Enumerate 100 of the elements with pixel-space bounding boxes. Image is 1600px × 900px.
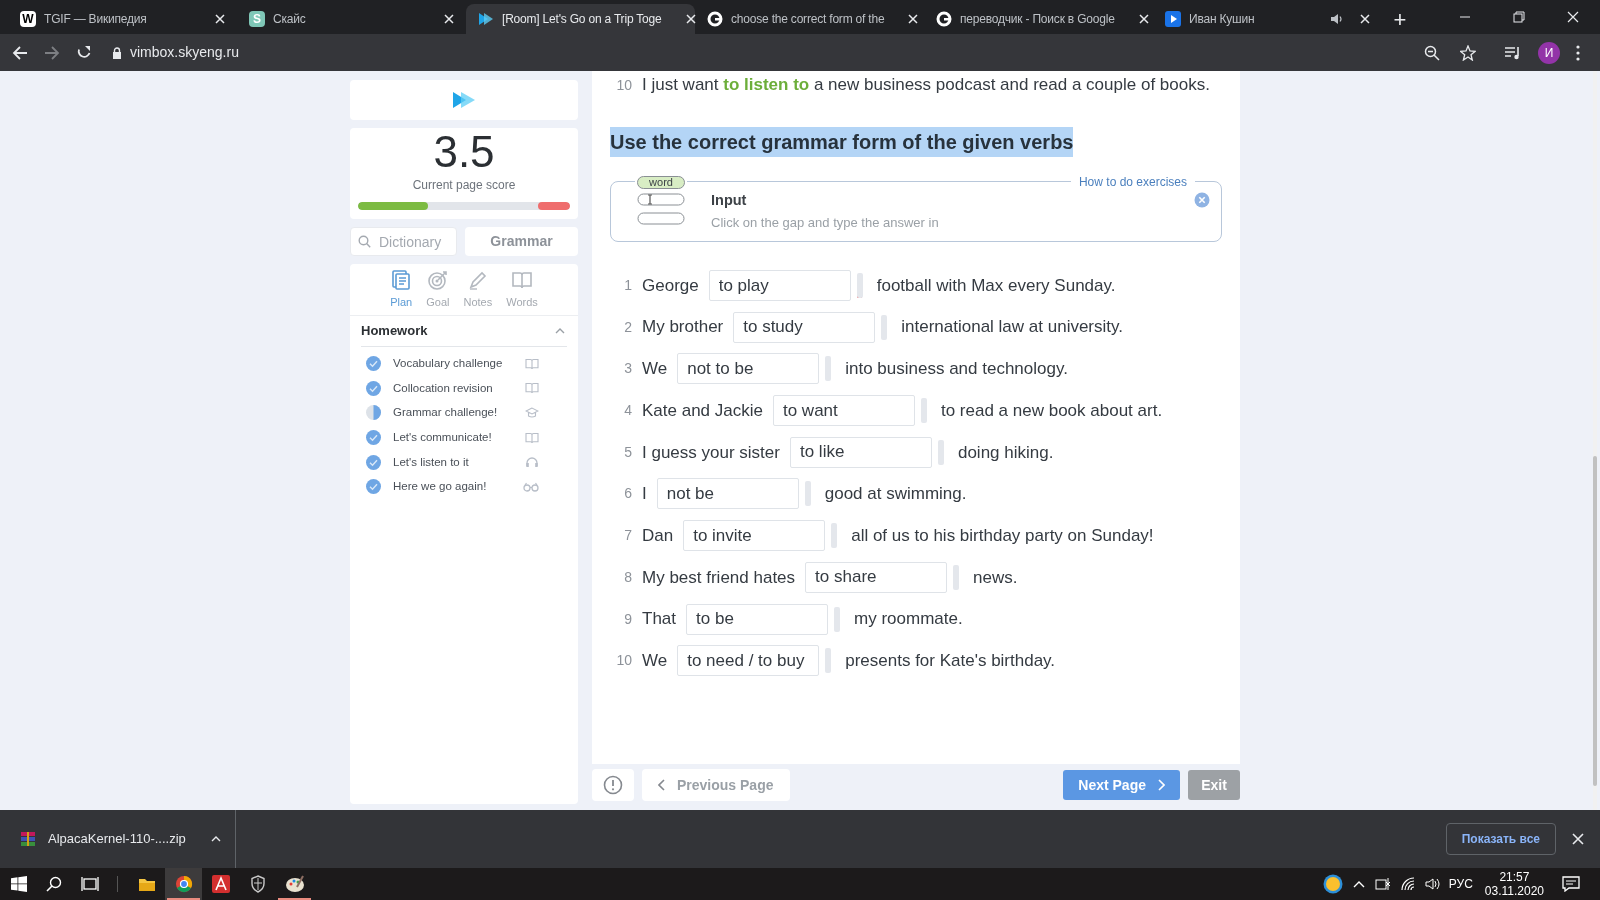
homework-item[interactable]: Grammar challenge! xyxy=(393,404,513,422)
notifications-icon[interactable] xyxy=(1562,876,1580,892)
sentence-text: We xyxy=(642,649,668,672)
chevron-up-icon[interactable] xyxy=(211,836,221,842)
wiki-favicon: W xyxy=(20,11,36,27)
lock-icon xyxy=(112,46,122,59)
book-icon xyxy=(511,269,533,291)
wifi-icon[interactable] xyxy=(1400,877,1417,891)
play-favicon xyxy=(478,12,494,26)
star-icon[interactable] xyxy=(1460,44,1476,61)
exercise-heading: Use the correct grammar form of the given verbs xyxy=(610,127,1074,157)
sentence-text: international law at university. xyxy=(901,316,1123,339)
instruction-text: Click on the gap and type the answer in xyxy=(711,214,939,233)
close-icon[interactable] xyxy=(444,14,454,24)
tab-title: Скайс xyxy=(273,11,306,28)
line-number: 10 xyxy=(615,651,632,671)
close-icon[interactable] xyxy=(215,14,225,24)
google-favicon xyxy=(707,11,723,27)
score-value: 3.5 xyxy=(433,128,495,176)
answer-field[interactable]: to invite xyxy=(683,520,826,552)
archive-icon xyxy=(20,831,36,847)
sentence-text: My brother xyxy=(642,316,724,339)
chrome-icon xyxy=(174,875,193,893)
profile-avatar[interactable]: И xyxy=(1538,41,1560,64)
media-control-icon[interactable] xyxy=(1504,45,1522,60)
homework-item[interactable]: Here we go again! xyxy=(393,478,511,496)
sentence-text: I guess your sister xyxy=(642,441,780,464)
scrollbar-drawing[interactable] xyxy=(1591,71,1599,810)
reload-icon[interactable] xyxy=(76,44,92,61)
forward-icon[interactable] xyxy=(44,44,60,61)
close-icon[interactable] xyxy=(908,14,919,24)
tab-title: Иван Кушин xyxy=(1189,11,1255,28)
new-tab-button[interactable]: + xyxy=(1382,4,1418,34)
answer-field[interactable]: to study xyxy=(733,311,876,343)
close-icon[interactable] xyxy=(1567,11,1579,23)
answer-field[interactable]: to like xyxy=(789,436,932,468)
network-disconnected-icon[interactable] xyxy=(1374,877,1391,891)
homework-item[interactable]: Collocation revision xyxy=(393,379,513,397)
close-icon[interactable] xyxy=(1138,14,1149,24)
gap-marker xyxy=(834,606,841,632)
browser-tab[interactable]: переводчик - Поиск в Google xyxy=(924,4,1153,34)
answer-field[interactable]: to be xyxy=(686,603,829,635)
language-indicator[interactable]: РУС xyxy=(1448,875,1473,893)
graduation-cap-icon xyxy=(525,407,539,419)
answer-field[interactable]: to want xyxy=(772,395,915,427)
browser-tab[interactable]: choose the correct form of the xyxy=(695,4,924,34)
homework-item[interactable]: Let's listen to it xyxy=(393,453,513,471)
task-view-icon[interactable] xyxy=(81,876,99,892)
sentence-text: doing hiking. xyxy=(957,441,1054,464)
browser-tab[interactable]: S Скайс xyxy=(237,4,466,34)
clock[interactable]: 21:57 03.11.2020 xyxy=(1484,870,1544,898)
report-button[interactable] xyxy=(592,769,634,801)
browser-tab[interactable]: Иван Кушин xyxy=(1153,4,1382,34)
restore-icon[interactable] xyxy=(1513,11,1525,23)
chevron-left-icon xyxy=(658,779,665,791)
homework-header[interactable]: Homework xyxy=(361,315,567,347)
browser-tab[interactable]: W TGIF — Википедия xyxy=(8,4,237,34)
score-label: Current page score xyxy=(412,177,516,194)
gap-marker xyxy=(953,564,960,590)
windows-start-icon[interactable] xyxy=(11,876,27,892)
book-icon xyxy=(525,382,539,395)
close-icon[interactable] xyxy=(1360,14,1370,24)
document-stack-icon xyxy=(390,269,413,291)
speaker-icon[interactable] xyxy=(1424,877,1441,891)
chevron-up-icon xyxy=(555,327,565,334)
gap-marker xyxy=(937,439,944,465)
search-icon xyxy=(358,235,371,248)
homework-item[interactable]: Vocabulary challenge xyxy=(393,355,513,373)
tab-title: [Room] Let's Go on a Trip Toge xyxy=(502,11,662,28)
browser-tab[interactable]: [Room] Let's Go on a Trip Toge xyxy=(466,4,695,34)
folder-icon xyxy=(137,876,156,892)
book-icon xyxy=(525,431,539,444)
sentence-text: Kate and Jackie xyxy=(642,399,763,422)
menu-icon[interactable] xyxy=(1576,44,1580,61)
sentence-text: presents for Kate's birthday. xyxy=(845,649,1056,672)
target-icon xyxy=(426,269,449,291)
sentence-text: My best friend hates xyxy=(642,566,796,589)
answer-field[interactable]: not to be xyxy=(677,353,820,385)
close-icon[interactable] xyxy=(1572,833,1584,845)
dictionary-search-field[interactable]: Dictionary xyxy=(350,227,457,256)
answer-field[interactable]: to play xyxy=(708,270,851,301)
glasses-icon xyxy=(523,481,539,492)
show-all-button[interactable]: Показать все xyxy=(1445,823,1556,855)
gap-marker xyxy=(825,648,832,674)
answer-field[interactable]: to share xyxy=(805,561,948,593)
search-icon[interactable] xyxy=(46,876,62,892)
close-icon[interactable] xyxy=(685,14,696,24)
gap-marker xyxy=(831,523,838,549)
help-icon[interactable] xyxy=(1322,874,1343,894)
answer-field[interactable]: not be xyxy=(656,478,799,510)
url-text: vimbox.skyeng.ru xyxy=(130,43,239,62)
address-bar[interactable]: vimbox.skyeng.ru xyxy=(108,38,1480,67)
back-icon[interactable] xyxy=(12,44,28,61)
gap-marker xyxy=(881,314,888,340)
sentence-text: We xyxy=(642,358,668,381)
palette-icon xyxy=(284,875,305,893)
zoom-out-icon[interactable] xyxy=(1424,44,1440,61)
answer-field[interactable]: to need / to buy xyxy=(677,645,820,677)
line-number: 2 xyxy=(623,317,632,337)
homework-item[interactable]: Let's communicate! xyxy=(393,428,513,447)
